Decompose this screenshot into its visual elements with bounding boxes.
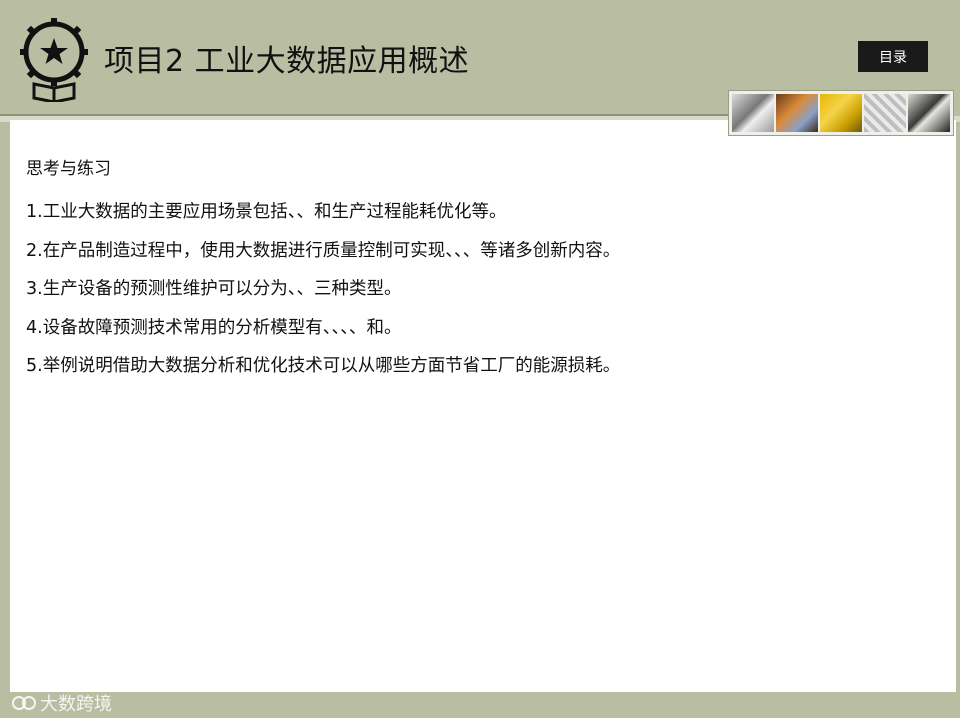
photo-sketch <box>864 94 906 132</box>
photo-worker <box>776 94 818 132</box>
bottom-bar <box>0 692 960 718</box>
photo-strip <box>728 90 954 136</box>
page-title: 项目2 工业大数据应用概述 <box>104 44 470 79</box>
exercise-item-2: 2.在产品制造过程中，使用大数据进行质量控制可实现、、、等诸多创新内容。 <box>26 241 621 261</box>
menu-button[interactable]: 目录 <box>858 41 928 72</box>
photo-yellow-clock <box>820 94 862 132</box>
section-subtitle: 思考与练习 <box>26 159 111 179</box>
exercise-item-3: 3.生产设备的预测性维护可以分为、、三种类型。 <box>26 279 402 299</box>
exercise-item-4: 4.设备故障预测技术常用的分析模型有、、、、和。 <box>26 318 402 338</box>
photo-people <box>908 94 950 132</box>
emblem-logo-icon <box>20 18 88 102</box>
exercise-item-5: 5.举例说明借助大数据分析和优化技术可以从哪些方面节省工厂的能源损耗。 <box>26 356 621 376</box>
exercise-item-1: 1.工业大数据的主要应用场景包括、、和生产过程能耗优化等。 <box>26 202 507 222</box>
watermark: 大数跨境 <box>12 690 112 716</box>
photo-clock <box>732 94 774 132</box>
watermark-text: 大数跨境 <box>40 694 112 715</box>
watermark-logo-icon <box>12 696 36 710</box>
